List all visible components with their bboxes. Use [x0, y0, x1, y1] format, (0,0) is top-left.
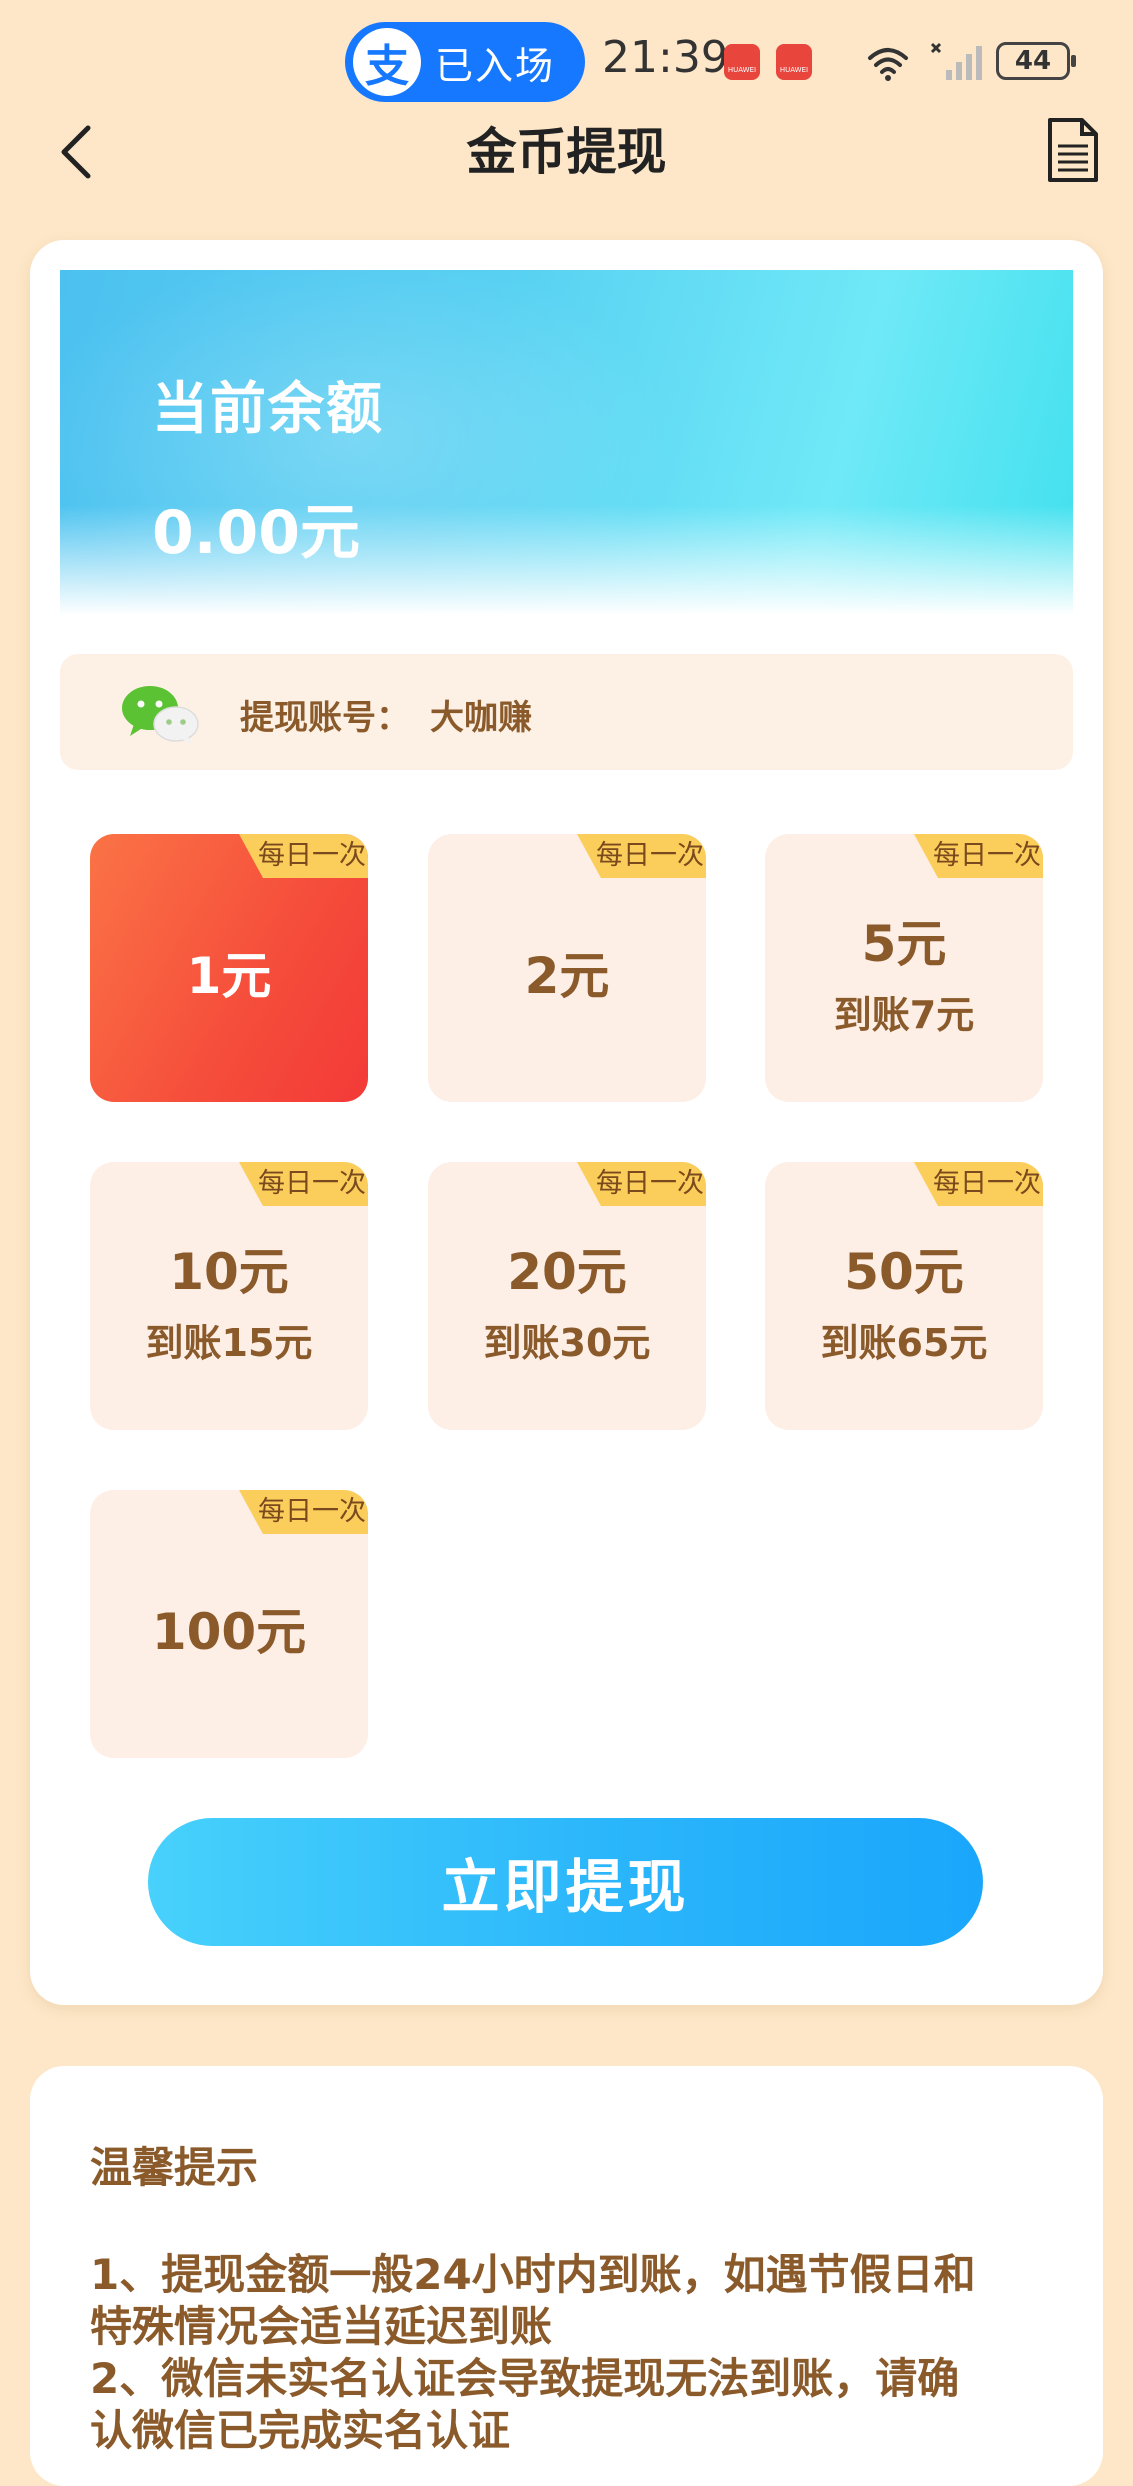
- record-button[interactable]: [1042, 116, 1102, 186]
- withdraw-option-50[interactable]: 每日一次 50元 到账65元: [765, 1162, 1043, 1430]
- daily-once-tag: 每日一次: [914, 1162, 1043, 1206]
- page-title: 金币提现: [466, 123, 667, 181]
- balance-value: 0.00元: [152, 498, 361, 568]
- withdraw-now-button[interactable]: 立即提现: [148, 1818, 983, 1946]
- option-amount: 100元: [151, 1603, 307, 1661]
- status-time: 21:39: [602, 32, 729, 83]
- cellular-signal-icon: [930, 42, 982, 80]
- option-arrival: 到账30元: [483, 1321, 651, 1365]
- option-amount: 50元: [844, 1243, 964, 1301]
- account-label: 提现账号：: [240, 698, 410, 738]
- withdraw-card: 当前余额 0.00元 提现账号： 大咖赚 每日一次 1元 每日一次 2元 每日一…: [30, 240, 1103, 2005]
- account-name: 大咖赚: [430, 698, 532, 738]
- daily-once-tag: 每日一次: [577, 834, 706, 878]
- option-arrival: 到账7元: [833, 993, 975, 1037]
- withdraw-option-10[interactable]: 每日一次 10元 到账15元: [90, 1162, 368, 1430]
- withdraw-option-2[interactable]: 每日一次 2元: [428, 834, 706, 1102]
- document-icon: [1048, 118, 1098, 182]
- tips-line: 认微信已完成实名认证: [90, 2406, 511, 2455]
- withdraw-option-5[interactable]: 每日一次 5元 到账7元: [765, 834, 1043, 1102]
- option-arrival: 到账65元: [820, 1321, 988, 1365]
- tips-card: 温馨提示 1、提现金额一般24小时内到账，如遇节假日和 特殊情况会适当延迟到账 …: [30, 2066, 1103, 2486]
- option-amount: 10元: [169, 1243, 289, 1301]
- option-amount: 5元: [861, 915, 947, 973]
- wifi-icon: [868, 48, 908, 81]
- option-amount: 1元: [186, 947, 272, 1005]
- tips-title: 温馨提示: [90, 2143, 259, 2192]
- daily-once-tag: 每日一次: [239, 1162, 368, 1206]
- status-bar: 支 已入场 21:39 HUAWEI HUAWEI 44: [0, 0, 1133, 120]
- withdraw-option-1[interactable]: 每日一次 1元: [90, 834, 368, 1102]
- withdraw-option-20[interactable]: 每日一次 20元 到账30元: [428, 1162, 706, 1430]
- balance-banner: 当前余额 0.00元: [60, 270, 1073, 615]
- withdraw-account-row[interactable]: 提现账号： 大咖赚: [60, 654, 1073, 770]
- wechat-icon: [122, 686, 199, 745]
- huawei-notification-icon: HUAWEI: [776, 44, 812, 80]
- option-amount: 2元: [524, 947, 610, 1005]
- daily-once-tag: 每日一次: [577, 1162, 706, 1206]
- balance-label: 当前余额: [152, 377, 384, 442]
- alipay-pill-label: 已入场: [435, 43, 556, 88]
- daily-once-tag: 每日一次: [914, 834, 1043, 878]
- chevron-left-icon: [61, 125, 91, 179]
- battery-icon: 44: [996, 42, 1076, 80]
- back-button[interactable]: [46, 112, 106, 192]
- option-arrival: 到账15元: [145, 1321, 313, 1365]
- tips-line: 特殊情况会适当延迟到账: [90, 2302, 553, 2351]
- tips-line: 2、微信未实名认证会导致提现无法到账，请确: [90, 2354, 960, 2403]
- alipay-entered-pill[interactable]: 支 已入场: [345, 22, 585, 102]
- daily-once-tag: 每日一次: [239, 834, 368, 878]
- withdraw-option-100[interactable]: 每日一次 100元: [90, 1490, 368, 1758]
- alipay-logo-icon: 支: [353, 28, 421, 96]
- option-amount: 20元: [507, 1243, 627, 1301]
- huawei-notification-icon: HUAWEI: [724, 44, 760, 80]
- daily-once-tag: 每日一次: [239, 1490, 368, 1534]
- tips-line: 1、提现金额一般24小时内到账，如遇节假日和: [90, 2250, 976, 2299]
